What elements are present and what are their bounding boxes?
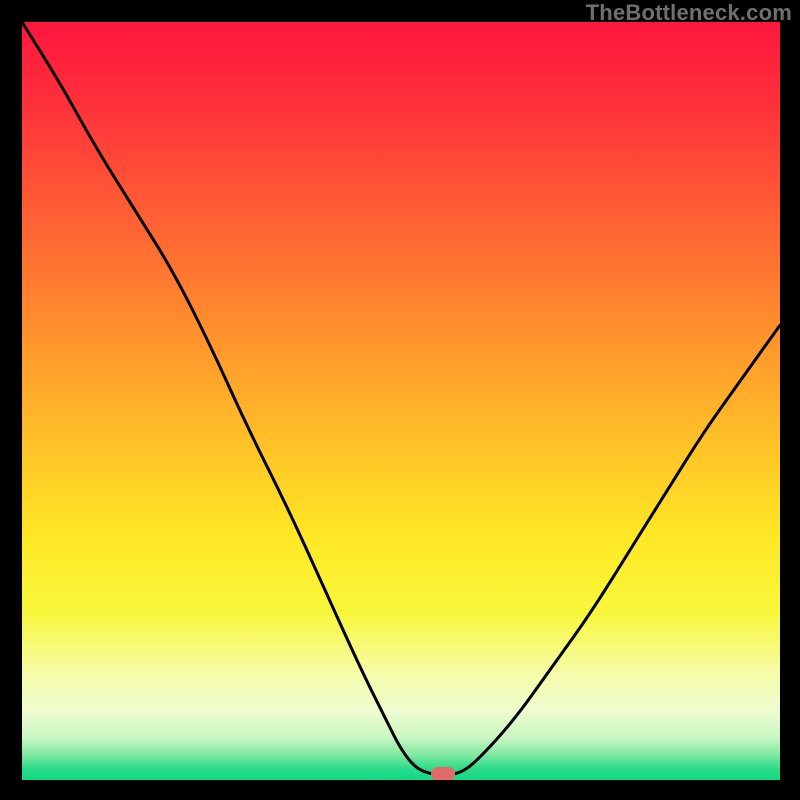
plot-svg (22, 22, 780, 780)
heat-gradient-background (22, 22, 780, 780)
chart-frame: TheBottleneck.com (0, 0, 800, 800)
optimal-point-marker (431, 767, 455, 780)
attribution-watermark: TheBottleneck.com (586, 0, 792, 26)
plot-area (22, 22, 780, 780)
